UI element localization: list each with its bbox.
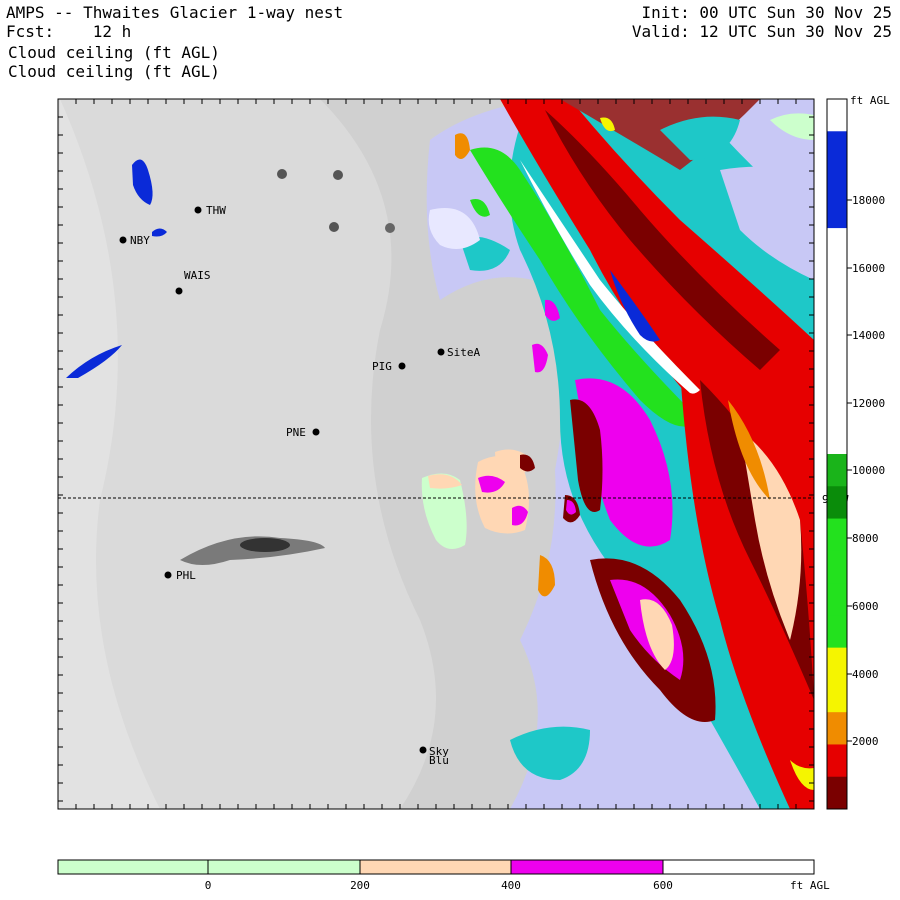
colorbar-right-tick-label: 2000 [852, 735, 879, 748]
colorbar-right-segment [827, 454, 847, 487]
colorbar-right-tick-label: 6000 [852, 600, 879, 613]
station-marker [119, 236, 127, 244]
terrain-knot [329, 222, 339, 232]
colorbar-right-segment [827, 292, 847, 326]
station-label: Blu [429, 754, 449, 767]
colorbar-bottom-tick-label: 400 [501, 879, 521, 892]
colorbar-right-tick-label: 10000 [852, 464, 885, 477]
colorbar-right-segment [827, 518, 847, 552]
colorbar-bottom-segment [208, 860, 360, 874]
colorbar-right-segment [827, 99, 847, 132]
map-figure: 90 W THW NBY WAIS SiteA PIG PNE PHL Sky … [57, 94, 890, 892]
colorbar-right-segment [827, 550, 847, 584]
colorbar-right-segment [827, 131, 847, 165]
station-label: NBY [130, 234, 150, 247]
colorbar-right-segment [827, 228, 847, 261]
station-marker [175, 287, 183, 295]
colorbar-bottom-tick-label: 600 [653, 879, 673, 892]
colorbar-right-segment [827, 712, 847, 745]
terrain-knot [385, 223, 395, 233]
terrain-knot [277, 169, 287, 179]
station-marker [194, 206, 202, 214]
station-Blu: Blu [429, 754, 449, 767]
colorbar-right-segment [827, 357, 847, 390]
colorbar-right-segment [827, 324, 847, 358]
terrain-knot [333, 170, 343, 180]
colorbar-bottom-tick-label: 200 [350, 879, 370, 892]
station-label: PNE [286, 426, 306, 439]
colorbar-right-segment [827, 260, 847, 294]
colorbar-right-tick-label: 12000 [852, 397, 885, 410]
colorbar-bottom-segment [360, 860, 511, 874]
colorbar-right-tick-label: 4000 [852, 668, 879, 681]
colorbar-right-segment [827, 421, 847, 455]
colorbar-right-segment [827, 486, 847, 520]
colorbar-right-segment [827, 583, 847, 616]
colorbar-right-unit: ft AGL [850, 94, 890, 107]
terrain-streak [240, 538, 290, 552]
colorbar-right-segment [827, 647, 847, 681]
station-label: SiteA [447, 346, 480, 359]
colorbar-right-labels: 18000 16000 14000 12000 10000 8000 6000 4000 200… [847, 194, 885, 748]
colorbar-right-segment [827, 776, 847, 810]
station-label: WAIS [184, 269, 211, 282]
colorbar-bottom-segment [58, 860, 208, 874]
colorbar-bottom-tick-label: 0 [205, 879, 212, 892]
station-marker [398, 362, 406, 370]
colorbar-bottom-segment [663, 860, 814, 874]
colorbar-right-segment [827, 163, 847, 197]
colorbar-right-tick-label: 16000 [852, 262, 885, 275]
station-marker [419, 746, 427, 754]
station-label: THW [206, 204, 226, 217]
colorbar-bottom-unit: ft AGL [790, 879, 830, 892]
station-label: PIG [372, 360, 392, 373]
colorbar-right-segment [827, 389, 847, 423]
colorbar-right-segment [827, 195, 847, 229]
colorbar-right-tick-label: 8000 [852, 532, 879, 545]
colorbar-right [827, 99, 847, 810]
colorbar-right-tick-label: 14000 [852, 329, 885, 342]
colorbar-bottom [58, 860, 814, 874]
station-marker [312, 428, 320, 436]
colorbar-right-segment [827, 615, 847, 649]
station-marker [437, 348, 445, 356]
station-label: PHL [176, 569, 196, 582]
colorbar-right-segment [827, 679, 847, 713]
colorbar-right-tick-label: 18000 [852, 194, 885, 207]
colorbar-right-segment [827, 744, 847, 778]
colorbar-bottom-segment [511, 860, 663, 874]
station-marker [164, 571, 172, 579]
